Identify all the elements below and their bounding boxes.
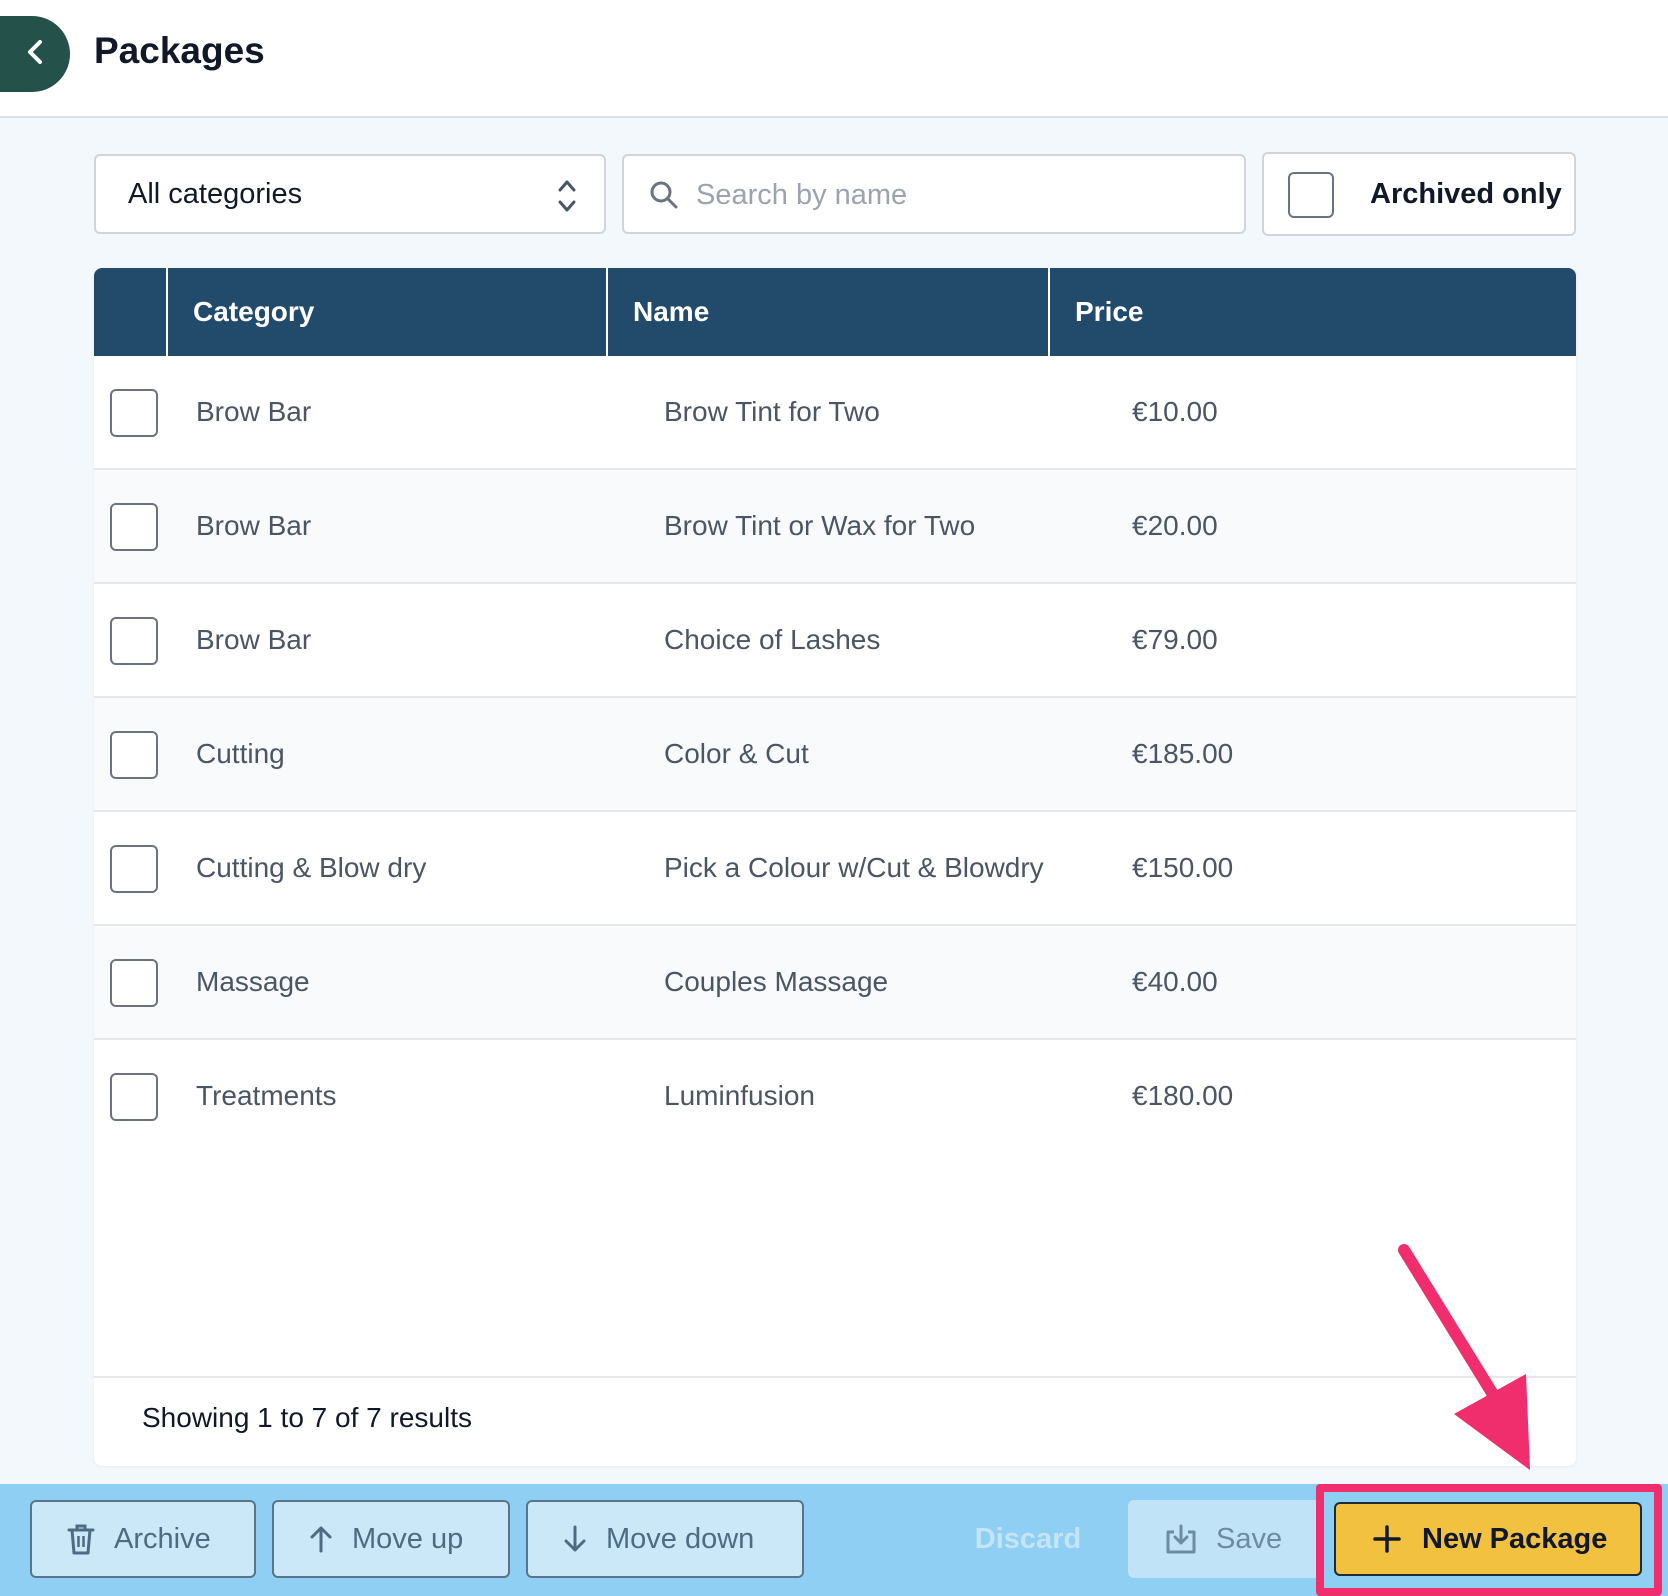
row-checkbox[interactable] xyxy=(110,617,158,665)
save-button-label: Save xyxy=(1216,1522,1283,1555)
table-row[interactable]: Cutting Color & Cut €185.00 xyxy=(94,698,1576,812)
category-select[interactable]: All categories xyxy=(94,154,606,234)
annotation-arrow-icon xyxy=(1398,1244,1530,1470)
save-download-icon xyxy=(1164,1523,1198,1555)
move-up-button[interactable]: Move up xyxy=(272,1500,510,1578)
cell-category: Brow Bar xyxy=(196,396,312,427)
cell-category: Brow Bar xyxy=(196,624,312,655)
back-button[interactable] xyxy=(0,16,70,92)
move-up-button-label: Move up xyxy=(352,1522,464,1555)
chevron-left-icon xyxy=(24,37,46,72)
row-checkbox[interactable] xyxy=(110,389,158,437)
column-header-price[interactable]: Price xyxy=(1048,268,1576,356)
cell-name: Pick a Colour w/Cut & Blowdry xyxy=(664,852,1044,883)
header-select-column xyxy=(94,268,166,356)
arrow-down-icon xyxy=(562,1524,588,1554)
new-package-button[interactable]: New Package xyxy=(1334,1502,1642,1576)
cell-category: Treatments xyxy=(196,1080,337,1111)
table-footer-divider xyxy=(94,1376,1576,1378)
cell-category: Cutting & Blow dry xyxy=(196,852,427,883)
cell-category: Brow Bar xyxy=(196,510,312,541)
cell-name: Brow Tint or Wax for Two xyxy=(664,510,976,541)
trash-icon xyxy=(66,1522,96,1556)
plus-icon xyxy=(1372,1524,1402,1554)
archive-button-label: Archive xyxy=(114,1522,211,1555)
results-summary: Showing 1 to 7 of 7 results xyxy=(142,1402,472,1433)
table-row[interactable]: Cutting & Blow dry Pick a Colour w/Cut &… xyxy=(94,812,1576,926)
packages-table: Category Name Price Brow Bar Brow Tint f… xyxy=(94,268,1576,1466)
archived-only-label: Archived only xyxy=(1370,178,1562,210)
cell-price: €40.00 xyxy=(1132,966,1218,997)
row-checkbox[interactable] xyxy=(110,731,158,779)
search-field xyxy=(622,154,1246,234)
move-down-button-label: Move down xyxy=(606,1522,755,1555)
cell-name: Color & Cut xyxy=(664,738,809,769)
cell-price: €185.00 xyxy=(1132,738,1234,769)
archived-only-toggle[interactable]: Archived only xyxy=(1262,152,1576,236)
table-row[interactable]: Treatments Luminfusion €180.00 xyxy=(94,1040,1576,1154)
row-checkbox[interactable] xyxy=(110,959,158,1007)
cell-name: Brow Tint for Two xyxy=(664,396,880,427)
table-header: Category Name Price xyxy=(94,268,1576,356)
page-title: Packages xyxy=(94,30,265,71)
arrow-up-icon xyxy=(308,1524,334,1554)
cell-price: €20.00 xyxy=(1132,510,1218,541)
cell-category: Massage xyxy=(196,966,310,997)
row-checkbox[interactable] xyxy=(110,845,158,893)
cell-name: Choice of Lashes xyxy=(664,624,881,655)
table-row[interactable]: Brow Bar Choice of Lashes €79.00 xyxy=(94,584,1576,698)
search-icon xyxy=(648,179,680,216)
table-row[interactable]: Massage Couples Massage €40.00 xyxy=(94,926,1576,1040)
column-header-name[interactable]: Name xyxy=(606,268,1048,356)
save-button[interactable]: Save xyxy=(1128,1500,1320,1578)
cell-price: €180.00 xyxy=(1132,1080,1234,1111)
page-header: Packages xyxy=(0,0,1668,118)
cell-price: €79.00 xyxy=(1132,624,1218,655)
chevron-up-down-icon xyxy=(556,176,578,224)
table-row[interactable]: Brow Bar Brow Tint or Wax for Two €20.00 xyxy=(94,470,1576,584)
table-row[interactable]: Brow Bar Brow Tint for Two €10.00 xyxy=(94,356,1576,470)
row-checkbox[interactable] xyxy=(110,503,158,551)
archived-only-checkbox[interactable] xyxy=(1288,172,1334,218)
archive-button[interactable]: Archive xyxy=(30,1500,256,1578)
move-down-button[interactable]: Move down xyxy=(526,1500,804,1578)
category-select-value: All categories xyxy=(128,177,303,210)
cell-name: Couples Massage xyxy=(664,966,889,997)
cell-category: Cutting xyxy=(196,738,285,769)
cell-name: Luminfusion xyxy=(664,1080,815,1111)
new-package-button-label: New Package xyxy=(1422,1522,1608,1555)
row-checkbox[interactable] xyxy=(110,1073,158,1121)
cell-price: €150.00 xyxy=(1132,852,1234,883)
discard-button[interactable]: Discard xyxy=(968,1500,1088,1578)
cell-price: €10.00 xyxy=(1132,396,1218,427)
search-input[interactable] xyxy=(696,170,1226,220)
column-header-category[interactable]: Category xyxy=(166,268,606,356)
